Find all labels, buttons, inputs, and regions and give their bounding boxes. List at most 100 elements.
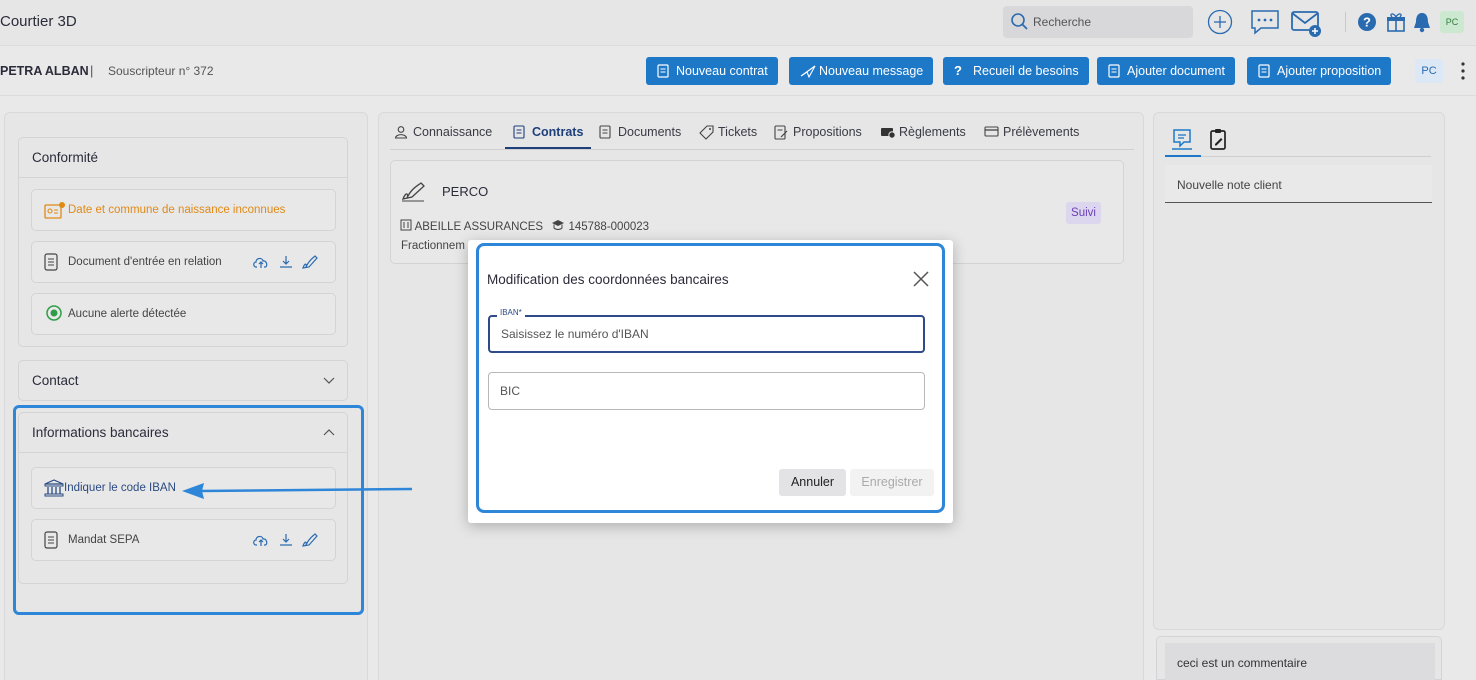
bell-icon[interactable] — [1412, 11, 1432, 33]
signature-icon[interactable] — [301, 254, 319, 270]
tab-propositions-label: Propositions — [793, 125, 862, 139]
help-icon[interactable]: ? — [1357, 12, 1377, 32]
document-icon — [1258, 64, 1270, 78]
birth-unknown-label: Date et commune de naissance inconnues — [68, 204, 286, 216]
active-tab-indicator — [505, 147, 591, 149]
new-message-label: Nouveau message — [819, 64, 924, 78]
new-contract-label: Nouveau contrat — [676, 64, 768, 78]
search-placeholder: Recherche — [1033, 15, 1092, 29]
iban-input[interactable] — [501, 317, 911, 351]
tab-contrats[interactable]: Contrats — [513, 125, 583, 139]
tab-prelevements[interactable]: Prélèvements — [984, 125, 1079, 139]
list-item-birth-unknown[interactable]: Date et commune de naissance inconnues — [31, 189, 336, 231]
ticket-icon — [699, 125, 714, 140]
top-bar: Courtier 3D Recherche ? PC — [0, 0, 1476, 46]
needs-label: Recueil de besoins — [973, 64, 1079, 78]
bic-field[interactable] — [488, 372, 925, 410]
comment-card[interactable]: ceci est un commentaire — [1156, 636, 1442, 680]
notes-active-tab-indicator — [1165, 155, 1201, 157]
document-icon — [44, 253, 58, 271]
note-icon[interactable] — [1171, 128, 1193, 150]
user-avatar[interactable]: PC — [1440, 11, 1464, 33]
tab-tickets-label: Tickets — [718, 125, 758, 139]
tab-reglements-label: Règlements — [899, 125, 966, 139]
money-icon — [881, 128, 896, 139]
add-document-label: Ajouter document — [1127, 64, 1225, 78]
comment-body: ceci est un commentaire — [1165, 643, 1435, 680]
tab-documents-label: Documents — [618, 125, 682, 139]
close-icon[interactable] — [910, 268, 932, 290]
chat-icon[interactable] — [1249, 8, 1281, 36]
highlight-frame — [13, 405, 364, 615]
arrow-annotation — [182, 483, 413, 499]
signature-pen-icon — [401, 182, 425, 202]
topbar-divider — [1345, 12, 1346, 32]
new-note-placeholder: Nouvelle note client — [1177, 178, 1282, 192]
no-alert-label: Aucune alerte détectée — [68, 308, 187, 320]
tab-documents[interactable]: Documents — [599, 125, 681, 139]
document-icon — [1108, 64, 1120, 78]
question-icon: ? — [954, 63, 962, 78]
document-icon — [657, 64, 669, 78]
send-icon — [800, 65, 816, 78]
credit-card-icon — [984, 126, 999, 137]
tab-prelevements-label: Prélèvements — [1003, 125, 1080, 139]
new-note-input[interactable]: Nouvelle note client — [1165, 165, 1432, 203]
conformite-header[interactable]: Conformité — [19, 138, 347, 178]
add-proposal-button[interactable]: Ajouter proposition — [1247, 57, 1392, 85]
id-card-warning-icon — [44, 202, 65, 219]
bic-input[interactable] — [500, 373, 910, 409]
add-document-button[interactable]: Ajouter document — [1097, 57, 1235, 85]
cancel-button[interactable]: Annuler — [779, 469, 846, 496]
tab-connaissance-label: Connaissance — [413, 125, 493, 139]
add-circle-icon[interactable] — [1206, 8, 1234, 36]
search-icon — [1011, 13, 1028, 30]
list-item-no-alert: Aucune alerte détectée — [31, 293, 336, 335]
tab-tickets[interactable]: Tickets — [699, 125, 758, 140]
tab-contrats-label: Contrats — [532, 125, 584, 139]
comment-text: ceci est un commentaire — [1177, 656, 1308, 670]
save-button[interactable]: Enregistrer — [850, 469, 934, 496]
app-title: Courtier 3D — [0, 13, 77, 30]
modal-title: Modification des coordonnées bancaires — [487, 272, 729, 287]
document-icon — [513, 125, 525, 139]
download-icon[interactable] — [278, 254, 294, 270]
notes-tab-divider — [1165, 156, 1431, 157]
more-vertical-icon[interactable] — [1458, 60, 1468, 82]
add-proposal-label: Ajouter proposition — [1277, 64, 1382, 78]
svg-text:?: ? — [1363, 15, 1371, 30]
mail-add-icon[interactable] — [1290, 8, 1324, 40]
radio-check-icon — [46, 305, 62, 321]
upload-cloud-icon[interactable] — [252, 254, 270, 270]
contact-header[interactable]: Contact — [19, 361, 347, 401]
client-separator: | — [90, 63, 94, 78]
client-header: PETRA ALBAN | Souscripteur n° 372 Nouvea… — [0, 46, 1476, 96]
list-item-relation-document[interactable]: Document d'entrée en relation — [31, 241, 336, 283]
iban-field[interactable] — [488, 315, 925, 353]
building-icon — [400, 219, 412, 231]
contact-card[interactable]: Contact — [18, 360, 348, 401]
contact-title: Contact — [32, 373, 79, 388]
edit-document-icon — [774, 125, 788, 140]
iban-field-label: IBAN* — [497, 308, 525, 317]
new-message-button[interactable]: Nouveau message — [789, 57, 934, 85]
search-box[interactable]: Recherche — [1003, 6, 1193, 38]
client-name: PETRA ALBAN — [0, 64, 89, 78]
tab-connaissance[interactable]: Connaissance — [394, 125, 492, 139]
document-icon — [599, 125, 611, 139]
chevron-down-icon[interactable] — [323, 376, 335, 386]
subscriber-number: Souscripteur n° 372 — [108, 64, 214, 78]
contract-fraction: Fractionnem — [401, 240, 465, 252]
gift-icon[interactable] — [1385, 11, 1407, 33]
contract-number: 145788-000023 — [568, 221, 650, 233]
clipboard-edit-icon[interactable] — [1208, 128, 1228, 150]
needs-button[interactable]: ? Recueil de besoins — [943, 57, 1089, 85]
tab-reglements[interactable]: Règlements — [880, 125, 966, 139]
row-actions — [252, 254, 319, 273]
tab-propositions[interactable]: Propositions — [774, 125, 862, 140]
new-contract-button[interactable]: Nouveau contrat — [646, 57, 778, 85]
user-icon — [394, 126, 408, 139]
user-badge[interactable]: PC — [1415, 59, 1443, 83]
graduation-icon — [552, 220, 565, 230]
status-badge: Suivi — [1066, 202, 1101, 224]
